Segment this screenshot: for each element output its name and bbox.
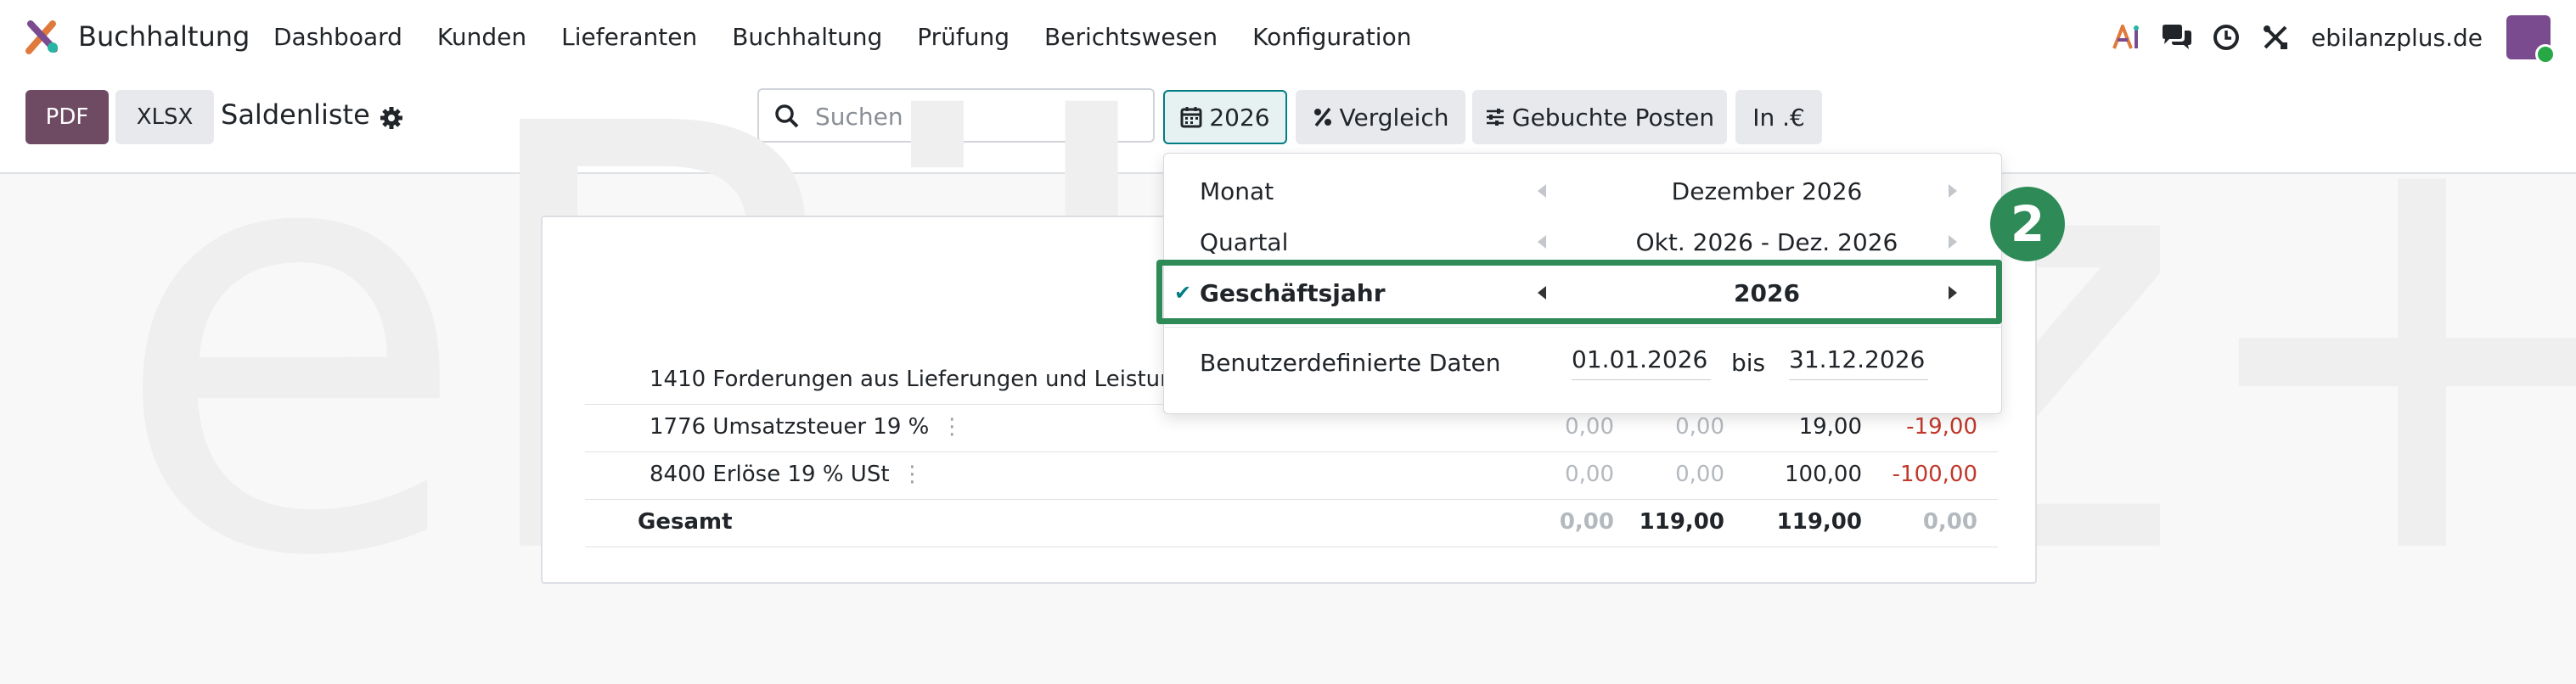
- date-range-separator: bis: [1731, 349, 1766, 377]
- compare-label: Vergleich: [1339, 103, 1449, 132]
- company-name[interactable]: ebilanzplus.de: [2311, 24, 2483, 52]
- menu-item-buchhaltung[interactable]: Buchhaltung: [732, 20, 882, 54]
- amount-cell: 100,00: [1785, 462, 1862, 487]
- menu-item-dashboard[interactable]: Dashboard: [273, 20, 402, 54]
- next-arrow-icon[interactable]: [1949, 235, 1957, 249]
- ai-icon[interactable]: [2111, 20, 2145, 54]
- amount-cell: 0,00: [1675, 462, 1724, 487]
- xlsx-button[interactable]: XLSX: [115, 90, 214, 144]
- next-arrow-icon[interactable]: [1949, 184, 1957, 198]
- period-value: Okt. 2026 - Dez. 2026: [1635, 228, 1898, 256]
- calendar-icon: [1180, 107, 1202, 128]
- user-avatar[interactable]: [2506, 15, 2556, 64]
- navbar-right: ebilanzplus.de: [2111, 12, 2576, 64]
- date-filter-label: 2026: [1209, 103, 1270, 132]
- total-cell: 0,00: [1559, 509, 1614, 535]
- app-logo-icon[interactable]: [25, 19, 61, 54]
- date-filter-button[interactable]: 2026: [1163, 90, 1287, 144]
- search-icon: [775, 104, 799, 128]
- amount-cell: 0,00: [1565, 462, 1614, 487]
- tools-icon[interactable]: [2258, 20, 2292, 54]
- date-from-input[interactable]: 01.01.2026: [1572, 342, 1711, 380]
- report-title: Saldenliste: [221, 98, 370, 131]
- menu-item-kunden[interactable]: Kunden: [437, 20, 526, 54]
- online-status-dot: [2535, 44, 2556, 64]
- posted-entries-button[interactable]: Gebuchte Posten: [1472, 90, 1727, 144]
- table-row[interactable]: 8400 Erlöse 19 % USt ⋮ 0,00 0,00 100,00 -…: [585, 451, 1998, 500]
- search-input[interactable]: [813, 98, 1139, 134]
- compare-button[interactable]: Vergleich: [1296, 90, 1465, 144]
- custom-dates-label: Benutzerdefinierte Daten: [1200, 349, 1501, 377]
- period-option-month[interactable]: Monat Dezember 2026: [1164, 167, 2001, 216]
- total-cell: 119,00: [1776, 509, 1862, 535]
- amount-cell: -19,00: [1906, 414, 1977, 440]
- pdf-button[interactable]: PDF: [25, 90, 109, 144]
- top-navbar: Buchhaltung Dashboard Kunden Lieferanten…: [0, 0, 2576, 75]
- amount-cell: 0,00: [1675, 414, 1724, 440]
- menu-item-pruefung[interactable]: Prüfung: [917, 20, 1010, 54]
- menu-item-berichtswesen[interactable]: Berichtswesen: [1044, 20, 1218, 54]
- total-label: Gesamt: [638, 509, 733, 535]
- period-label: Quartal: [1200, 228, 1289, 256]
- menu-item-lieferanten[interactable]: Lieferanten: [561, 20, 697, 54]
- sliders-icon: [1486, 109, 1504, 126]
- currency-label: In .€: [1752, 103, 1805, 132]
- previous-arrow-icon[interactable]: [1538, 184, 1546, 198]
- period-value: Dezember 2026: [1671, 177, 1863, 205]
- period-label: Monat: [1200, 177, 1274, 205]
- amount-cell: 0,00: [1565, 414, 1614, 440]
- main-menu: Dashboard Kunden Lieferanten Buchhaltung…: [273, 20, 1446, 54]
- previous-arrow-icon[interactable]: [1538, 235, 1546, 249]
- posted-entries-label: Gebuchte Posten: [1511, 103, 1715, 132]
- search-field[interactable]: [757, 88, 1155, 143]
- account-label[interactable]: 1776 Umsatzsteuer 19 % ⋮: [650, 414, 963, 440]
- gear-icon[interactable]: [379, 105, 404, 131]
- app-name[interactable]: Buchhaltung: [78, 17, 250, 56]
- divider: [1164, 327, 2001, 328]
- date-to-input[interactable]: 31.12.2026: [1789, 342, 1928, 380]
- chat-icon[interactable]: [2160, 20, 2194, 54]
- amount-cell: 19,00: [1798, 414, 1862, 440]
- account-label[interactable]: 1410 Forderungen aus Lieferungen und Lei…: [650, 367, 1216, 392]
- step-badge: 2: [1990, 187, 2065, 261]
- total-row: Gesamt 0,00 119,00 119,00 0,00: [585, 499, 1998, 547]
- amount-cell: -100,00: [1892, 462, 1977, 487]
- total-cell: 119,00: [1639, 509, 1724, 535]
- menu-item-konfiguration[interactable]: Konfiguration: [1252, 20, 1411, 54]
- clock-icon[interactable]: [2209, 20, 2243, 54]
- currency-button[interactable]: In .€: [1735, 90, 1822, 144]
- account-label[interactable]: 8400 Erlöse 19 % USt ⋮: [650, 462, 924, 487]
- percent-icon: [1313, 107, 1331, 127]
- total-cell: 0,00: [1922, 509, 1977, 535]
- highlight-box: [1156, 260, 2002, 324]
